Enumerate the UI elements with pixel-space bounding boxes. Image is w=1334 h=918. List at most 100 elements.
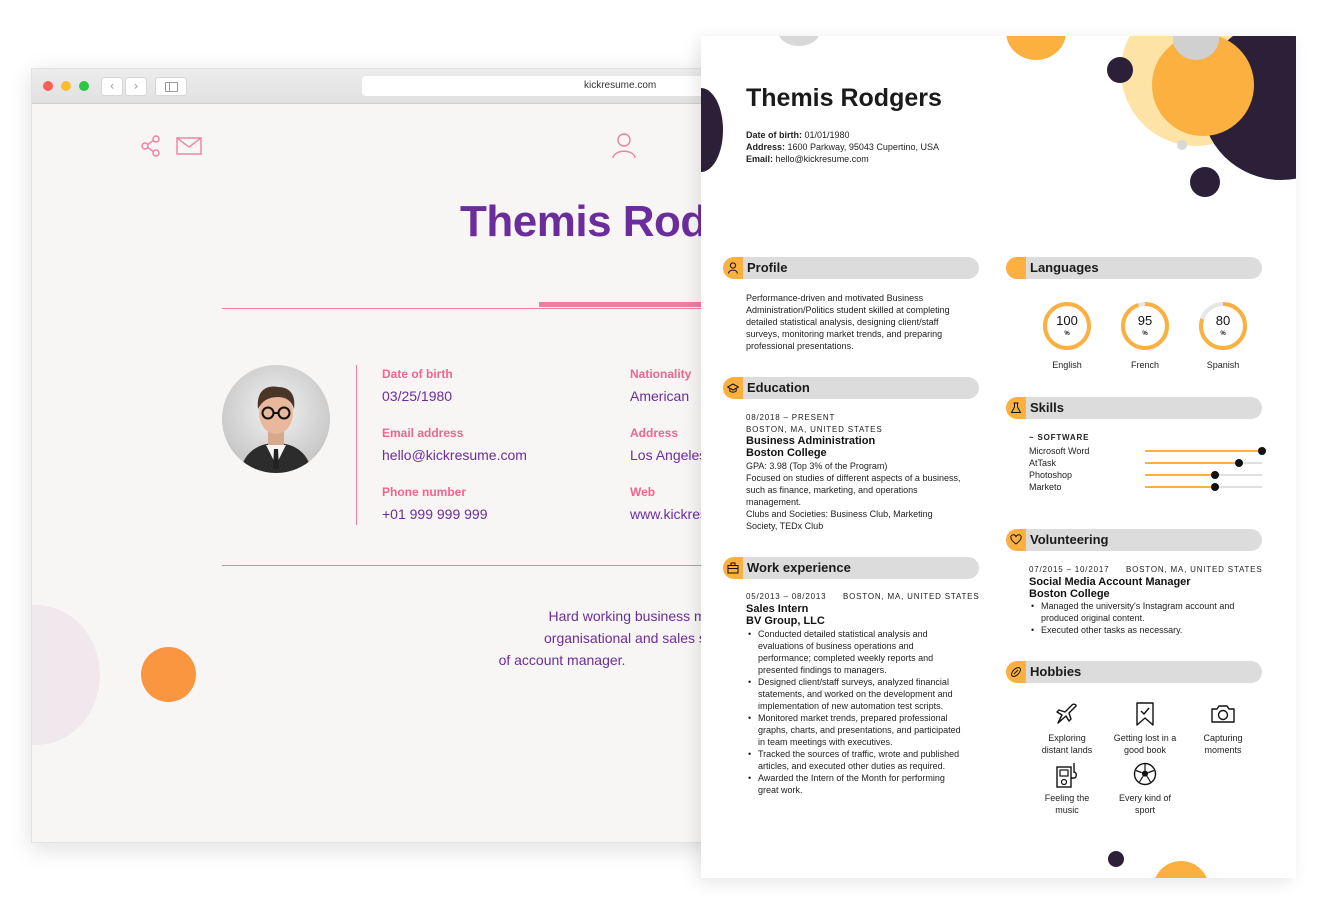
browser-toolbar: ‹ › kickresume.com — [32, 69, 732, 104]
list-item: Designed client/staff surveys, analyzed … — [746, 676, 961, 712]
decorative-circle — [1006, 36, 1066, 60]
maximize-window-button[interactable] — [79, 81, 89, 91]
language-name: English — [1052, 360, 1082, 370]
info-address: Address: 1600 Parkway, 95043 Cupertino, … — [746, 142, 939, 152]
plane-icon — [1056, 703, 1077, 724]
resume-name: Themis Rodgers — [746, 84, 942, 112]
avatar — [222, 365, 330, 473]
work-bullets: Conducted detailed statistical analysis … — [746, 628, 961, 796]
briefcase-icon — [727, 562, 739, 574]
work-dates: 05/2013 – 08/2013 — [746, 592, 827, 601]
language-name: Spanish — [1206, 360, 1240, 370]
language-value: 80 — [1215, 313, 1231, 328]
decorative-orange-circle — [141, 647, 196, 702]
work-title: Sales Intern — [746, 603, 809, 615]
language-unit: % — [1220, 331, 1226, 337]
info-divider — [356, 365, 357, 525]
address-bar[interactable]: kickresume.com — [362, 76, 732, 96]
music-player-icon — [1056, 763, 1077, 788]
section-header-education: Education — [723, 377, 979, 399]
hobby-label: Every kind of sport — [1118, 793, 1172, 815]
language-name: French — [1130, 360, 1159, 370]
graduation-cap-icon — [726, 383, 740, 393]
section-header-skills: Skills — [1006, 397, 1262, 419]
sidebar-icon — [164, 82, 178, 92]
mail-icon[interactable] — [176, 137, 202, 155]
flask-icon — [1010, 402, 1022, 413]
decorative-circle — [778, 36, 820, 46]
share-icon[interactable] — [140, 135, 162, 157]
list-item: Executed other tasks as necessary. — [1029, 624, 1234, 636]
field-label-date-of-birth: Date of birth — [382, 367, 453, 381]
skills-group-label: ~ SOFTWARE — [1029, 433, 1090, 442]
education-details: GPA: 3.98 (Top 3% of the Program) Focuse… — [746, 461, 961, 531]
skill-bar — [1145, 483, 1262, 491]
section-header-work-experience: Work experience — [723, 557, 979, 579]
bookmark-icon — [1136, 702, 1154, 726]
decorative-circle — [1107, 57, 1133, 83]
education-location: BOSTON, MA, UNITED STATES — [746, 425, 883, 434]
skill-bar — [1145, 459, 1262, 467]
skill-bar — [1145, 471, 1262, 479]
browser-window: ‹ › kickresume.com Themis Rodgers — [31, 68, 732, 843]
skill-bar — [1145, 447, 1266, 455]
page-title: Themis Rodgers — [460, 197, 730, 246]
forward-button[interactable]: › — [125, 77, 147, 96]
list-item: Managed the university's Instagram accou… — [1029, 600, 1234, 624]
skill-name: Microsoft Word — [1029, 446, 1090, 456]
volunteering-dates: 07/2015 – 10/2017 — [1029, 565, 1110, 574]
soccer-ball-icon — [1133, 762, 1157, 786]
skill-name: Photoshop — [1029, 470, 1073, 480]
camera-icon — [1211, 705, 1235, 723]
hobby-label: Exploring distant lands — [1041, 733, 1093, 755]
skill-name: AtTask — [1029, 458, 1057, 468]
section-header-hobbies: Hobbies — [1006, 661, 1262, 683]
decorative-circle — [32, 605, 100, 745]
section-header-profile: Profile — [723, 257, 979, 279]
field-label-email: Email address — [382, 426, 464, 440]
section-header-languages: Languages — [1006, 257, 1262, 279]
field-value-phone[interactable]: +01 999 999 999 — [382, 506, 488, 522]
education-school: Boston College — [746, 447, 827, 459]
volunteering-bullets: Managed the university's Instagram accou… — [1029, 600, 1234, 636]
minimize-window-button[interactable] — [61, 81, 71, 91]
volunteering-org: Boston College — [1029, 588, 1110, 600]
work-location: BOSTON, MA, UNITED STATES — [843, 592, 980, 601]
education-degree: Business Administration — [746, 435, 876, 447]
field-value-email[interactable]: hello@kickresume.com — [382, 447, 527, 463]
field-value-nationality: American — [630, 388, 690, 404]
close-window-button[interactable] — [43, 81, 53, 91]
resume-document: Themis Rodgers Date of birth: 01/01/1980… — [701, 36, 1296, 878]
hobby-label: Capturing moments — [1203, 733, 1243, 755]
info-date-of-birth: Date of birth: 01/01/1980 — [746, 130, 850, 140]
list-item: Conducted detailed statistical analysis … — [746, 628, 961, 676]
info-email: Email: hello@kickresume.com — [746, 154, 869, 164]
language-unit: % — [1064, 331, 1070, 337]
list-item: Awarded the Intern of the Month for perf… — [746, 772, 961, 796]
rugby-ball-icon — [1011, 667, 1021, 677]
field-label-web: Web — [630, 485, 656, 499]
summary-text: Hard working business management graduat… — [382, 605, 730, 671]
chevron-left-icon: ‹ — [109, 79, 115, 93]
divider — [222, 565, 730, 566]
field-label-address: Address — [630, 426, 679, 440]
back-button[interactable]: ‹ — [101, 77, 123, 96]
list-item: Monitored market trends, prepared profes… — [746, 712, 961, 748]
chevron-right-icon: › — [133, 79, 139, 93]
volunteering-title: Social Media Account Manager — [1029, 576, 1191, 588]
user-icon[interactable] — [612, 133, 636, 159]
decorative-circle — [1108, 851, 1124, 867]
sidebar-toggle-button[interactable] — [155, 77, 187, 96]
skill-name: Marketo — [1029, 482, 1062, 492]
hobby-label: Getting lost in a good book — [1113, 733, 1177, 755]
divider — [222, 308, 730, 309]
decorative-circle — [1153, 861, 1209, 878]
summary-line: of account manager. — [498, 652, 626, 668]
heart-icon — [1010, 534, 1022, 545]
section-header-volunteering: Volunteering — [1006, 529, 1262, 551]
language-value: 95 — [1137, 313, 1153, 328]
field-value-date-of-birth: 03/25/1980 — [382, 388, 453, 404]
education-dates: 08/2018 – PRESENT — [746, 413, 836, 422]
field-label-nationality: Nationality — [630, 367, 692, 381]
list-item: Tracked the sources of traffic, wrote an… — [746, 748, 961, 772]
